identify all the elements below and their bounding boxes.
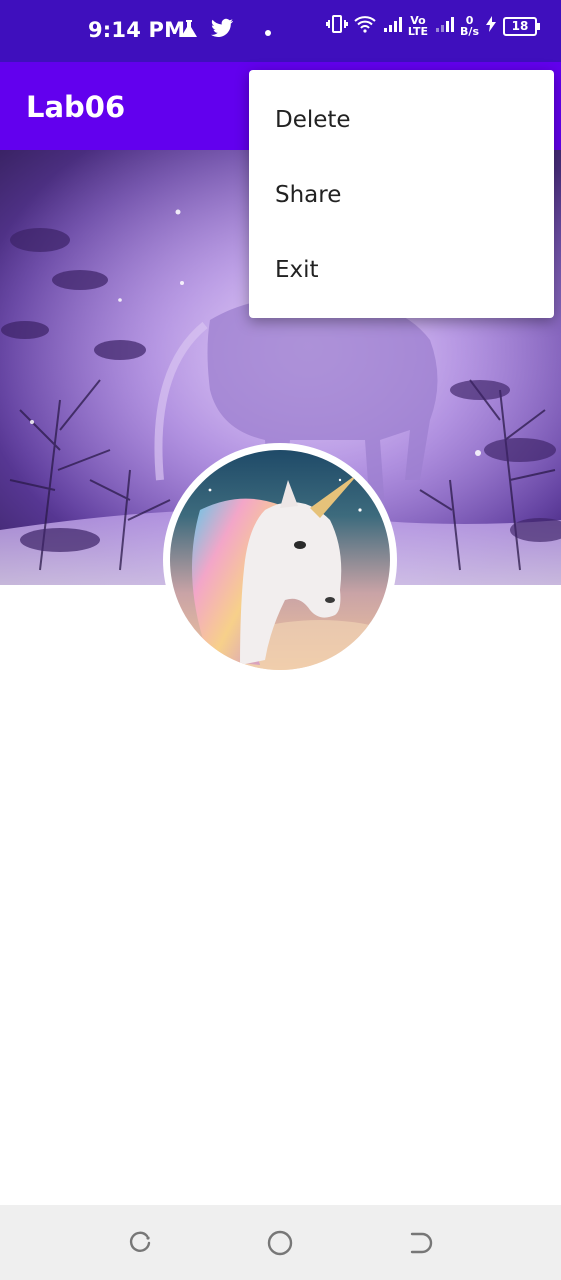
volte-icon: Vo LTE xyxy=(408,15,428,37)
menu-item-exit[interactable]: Exit xyxy=(249,233,554,308)
back-icon[interactable] xyxy=(406,1229,434,1257)
status-left-icons xyxy=(178,18,272,44)
net-speed: 0 B/s xyxy=(460,15,479,37)
status-bar: 9:14 PM Vo LTE 0 B/s 18 xyxy=(0,0,561,62)
overflow-menu: Delete Share Exit xyxy=(249,70,554,318)
charging-icon xyxy=(485,15,497,37)
app-title: Lab06 xyxy=(26,90,126,124)
menu-item-share[interactable]: Share xyxy=(249,158,554,233)
vibrate-icon xyxy=(325,14,348,38)
wifi-icon xyxy=(354,14,376,38)
profile-avatar xyxy=(163,443,397,677)
unicorn-illustration xyxy=(192,472,390,670)
battery-icon: 18 xyxy=(503,16,540,36)
net-speed-unit: B/s xyxy=(460,25,479,38)
menu-item-delete[interactable]: Delete xyxy=(249,83,554,158)
navigation-bar xyxy=(0,1205,561,1280)
status-time: 9:14 PM xyxy=(88,18,186,42)
twitter-icon xyxy=(210,18,234,44)
avatar-image xyxy=(170,450,390,670)
home-icon[interactable] xyxy=(266,1229,294,1257)
flask-icon xyxy=(178,18,200,44)
signal-icon xyxy=(382,15,402,37)
volte-bottom-text: LTE xyxy=(407,25,429,38)
recents-icon[interactable] xyxy=(126,1229,154,1257)
signal-icon-2 xyxy=(434,15,455,37)
status-right-icons: Vo LTE 0 B/s 18 xyxy=(325,14,540,38)
dot-icon xyxy=(264,22,272,41)
